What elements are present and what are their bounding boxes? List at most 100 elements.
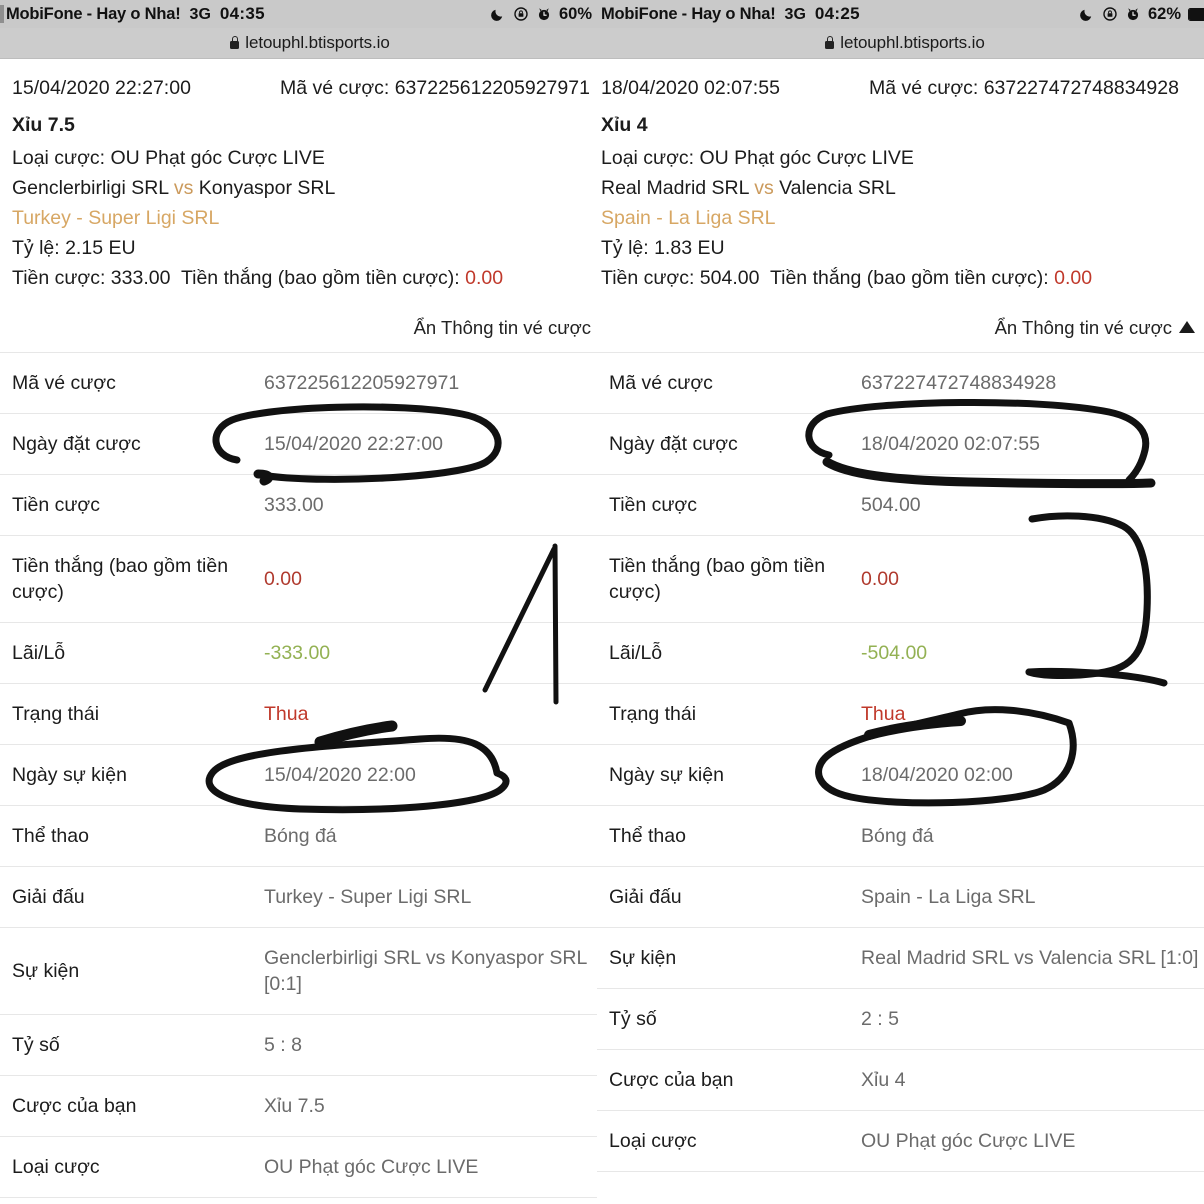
detail-row-key: Lãi/Lỗ — [609, 642, 663, 664]
detail-row-value: OU Phạt góc Cược LIVE — [861, 1130, 1076, 1152]
browser-url-bar[interactable]: letouphl.btisports.io — [597, 28, 1204, 59]
detail-row-value: -504.00 — [861, 642, 928, 664]
detail-row-value: 637225612205927971 — [264, 372, 460, 394]
ticket-detail-table: Mã vé cược 637227472748834928 Ngày đặt cượ… — [597, 352, 1204, 1172]
rotation-lock-icon — [1102, 6, 1118, 22]
ticket-code-label: Mã vé cược: — [869, 77, 979, 99]
detail-row-value: 18/04/2020 02:07:55 — [861, 433, 1040, 455]
status-bar: MobiFone - Hay o Nha! 3G 04:25 62% — [597, 0, 1204, 28]
table-row: Giải đấu Turkey - Super Ligi SRL — [0, 866, 597, 928]
table-row: Sự kiện Real Madrid SRL vs Valencia SRL [… — [597, 927, 1204, 989]
detail-row-value: 333.00 — [264, 494, 324, 516]
battery-percent-label: 60% — [558, 4, 592, 23]
lock-icon — [230, 35, 240, 49]
detail-row-value: 0.00 — [264, 568, 302, 590]
detail-row-key: Trạng thái — [12, 703, 100, 725]
detail-row-key: Tiền cược — [609, 494, 697, 516]
payout-value: 0.00 — [465, 267, 504, 289]
away-team-label: Konyaspor SRL — [198, 177, 336, 199]
detail-row-key: Tỷ số — [609, 1008, 657, 1030]
ticket-summary-header: 15/04/2020 22:27:00 Mã vé cược: 63722561… — [0, 59, 597, 301]
detail-row-value: Turkey - Super Ligi SRL — [264, 886, 472, 908]
detail-row-key: Sự kiện — [609, 947, 677, 969]
collapse-ticket-details-toggle[interactable]: Ẩn Thông tin vé cược — [597, 301, 1204, 352]
ticket-detail-rows: Mã vé cược 637227472748834928 Ngày đặt cượ… — [597, 352, 1204, 1172]
detail-row-value: 5 : 8 — [264, 1034, 302, 1056]
table-row: Tỷ số 5 : 8 — [0, 1014, 597, 1076]
ticket-code-value: 637225612205927971 — [394, 77, 590, 99]
stake-label: Tiền cược: 333.00 — [12, 267, 171, 289]
home-team-label: Real Madrid SRL — [601, 177, 749, 199]
detail-row-key: Trạng thái — [609, 703, 697, 725]
stake-and-payout-line: Tiền cược: 333.00 Tiền thắng (bao gồm ti… — [12, 263, 597, 293]
table-row: Ngày sự kiện 18/04/2020 02:00 — [597, 744, 1204, 806]
detail-row-key: Cược của bạn — [12, 1095, 137, 1117]
match-teams-line: Real Madrid SRL vs Valencia SRL — [601, 173, 1199, 203]
table-row: Thể thao Bóng đá — [0, 805, 597, 867]
payout-label: Tiền thắng (bao gồm tiền cược): — [769, 267, 1049, 289]
detail-row-key: Ngày đặt cược — [12, 433, 141, 455]
detail-row-key: Tiền thắng (bao gồm tiền cược) — [609, 555, 826, 603]
screenshot-panel-left: MobiFone - Hay o Nha! 3G 04:35 60% letou… — [0, 0, 597, 1204]
status-bar: MobiFone - Hay o Nha! 3G 04:35 60% — [0, 0, 597, 28]
detail-row-key: Giải đấu — [609, 886, 682, 908]
table-row: Tiền thắng (bao gồm tiền cược) 0.00 — [0, 535, 597, 623]
detail-row-value: 2 : 5 — [861, 1008, 899, 1030]
alarm-clock-icon — [1125, 6, 1141, 22]
odds-line: Tỷ lệ: 2.15 EU — [12, 237, 136, 259]
table-row: Thể thao Bóng đá — [597, 805, 1204, 867]
detail-row-key: Sự kiện — [12, 960, 80, 982]
ticket-code-value: 637227472748834928 — [983, 77, 1179, 99]
collapse-toggle-label: Ẩn Thông tin vé cược — [413, 317, 591, 338]
detail-row-key: Tiền cược — [12, 494, 100, 516]
detail-row-value: Genclerbirligi SRL vs Konyaspor SRL [0:1… — [264, 947, 587, 995]
table-row: Lãi/Lỗ -504.00 — [597, 622, 1204, 684]
ticket-placed-date: 18/04/2020 02:07:55 — [601, 77, 780, 99]
bet-type-line: Loại cược: OU Phạt góc Cược LIVE — [601, 147, 914, 169]
detail-row-value: Xỉu 4 — [861, 1069, 906, 1091]
ticket-meta-row: 18/04/2020 02:07:55 Mã vé cược: 63722747… — [601, 73, 1199, 103]
stake-and-payout-line: Tiền cược: 504.00 Tiền thắng (bao gồm ti… — [601, 263, 1199, 293]
clock-label: 04:25 — [814, 4, 860, 23]
detail-row-value: Thua — [861, 703, 906, 725]
table-row: Tỷ số 2 : 5 — [597, 988, 1204, 1050]
league-label: Turkey - Super Ligi SRL — [12, 207, 220, 229]
table-row: Ngày đặt cược 15/04/2020 22:27:00 — [0, 413, 597, 475]
detail-row-key: Loại cược — [609, 1130, 697, 1152]
table-row: Trạng thái Thua — [0, 683, 597, 745]
browser-url-bar[interactable]: letouphl.btisports.io — [0, 28, 597, 59]
table-row: Loại cược OU Phạt góc Cược LIVE — [597, 1110, 1204, 1172]
alarm-clock-icon — [536, 6, 552, 22]
collapse-ticket-details-toggle[interactable]: Ẩn Thông tin vé cược — [0, 301, 597, 352]
ticket-code-label: Mã vé cược: — [280, 77, 390, 99]
table-row: Tiền cược 504.00 — [597, 474, 1204, 536]
league-label: Spain - La Liga SRL — [601, 207, 776, 229]
collapse-toggle-label: Ẩn Thông tin vé cược — [994, 317, 1172, 338]
table-row: Ngày sự kiện 15/04/2020 22:00 — [0, 744, 597, 806]
detail-row-key: Ngày đặt cược — [609, 433, 738, 455]
detail-row-value: Spain - La Liga SRL — [861, 886, 1036, 908]
detail-row-value: OU Phạt góc Cược LIVE — [264, 1156, 479, 1178]
detail-row-key: Loại cược — [12, 1156, 100, 1178]
ticket-code-summary: Mã vé cược: 637227472748834928 — [869, 73, 1179, 103]
detail-row-value: 15/04/2020 22:00 — [264, 764, 416, 786]
rotation-lock-icon — [513, 6, 529, 22]
vs-label: vs — [173, 177, 194, 199]
vs-label: vs — [754, 177, 774, 199]
odds-line: Tỷ lệ: 1.83 EU — [601, 237, 725, 259]
table-row: Tiền cược 333.00 — [0, 474, 597, 536]
detail-row-value: Xỉu 7.5 — [264, 1095, 325, 1117]
detail-row-value: 637227472748834928 — [861, 372, 1057, 394]
detail-row-value: 15/04/2020 22:27:00 — [264, 433, 443, 455]
bet-selection-title: Xỉu 4 — [601, 114, 648, 136]
detail-row-key: Mã vé cược — [12, 372, 116, 394]
ticket-placed-date: 15/04/2020 22:27:00 — [12, 77, 191, 99]
ticket-meta-row: 15/04/2020 22:27:00 Mã vé cược: 63722561… — [12, 73, 597, 103]
clock-label: 04:35 — [219, 4, 265, 23]
carrier-label: MobiFone - Hay o Nha! — [601, 5, 776, 23]
table-row: Cược của bạn Xỉu 4 — [597, 1049, 1204, 1111]
match-teams-line: Genclerbirligi SRL vs Konyaspor SRL — [12, 173, 597, 203]
triangle-up-icon — [1179, 321, 1195, 333]
detail-row-key: Ngày sự kiện — [12, 764, 127, 786]
detail-row-key: Thể thao — [12, 825, 89, 847]
